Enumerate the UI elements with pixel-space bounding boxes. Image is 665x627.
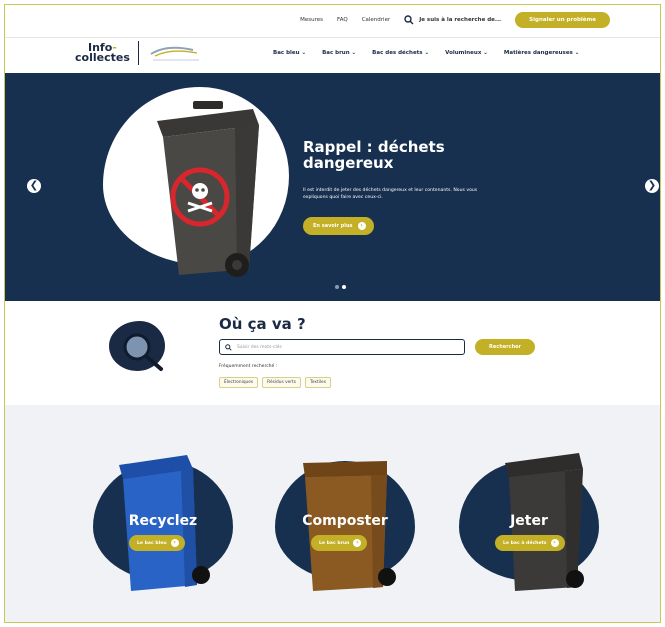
bin-card-jeter[interactable]: Jeter Le bac à déchets › <box>459 447 609 597</box>
keyword-search-input[interactable]: Saisir des mots-clés <box>219 339 465 355</box>
logo-wordmark: Info- collectes <box>75 42 130 64</box>
bin-button-bac-bleu[interactable]: Le bac bleu › <box>129 535 185 551</box>
arrow-right-icon: › <box>550 539 559 547</box>
logo-line2: collectes <box>75 51 130 64</box>
nav-item-matieres-dangereuses[interactable]: Matières dangereuses ⌄ <box>504 50 579 56</box>
chip-textiles[interactable]: Textiles <box>304 377 331 388</box>
bin-label-recyclez: Recyclez <box>128 513 198 529</box>
report-problem-button[interactable]: Signaler un problème <box>515 12 610 28</box>
site-logo[interactable]: Info- collectes <box>75 41 203 65</box>
search-icon <box>404 15 414 25</box>
nav-item-bac-bleu[interactable]: Bac bleu ⌄ <box>273 50 306 56</box>
nav-item-bac-brun[interactable]: Bac brun ⌄ <box>322 50 356 56</box>
utility-link-calendrier[interactable]: Calendrier <box>362 17 391 23</box>
bin-card-recyclez[interactable]: Recyclez Le bac bleu › <box>93 447 243 597</box>
nav-item-volumineux[interactable]: Volumineux ⌄ <box>445 50 488 56</box>
hazard-bin-image <box>157 101 259 277</box>
bin-button-bac-brun[interactable]: Le bac brun › <box>311 535 368 551</box>
main-nav: Info- collectes Bac bleu ⌄ Bac brun ⌄ Ba… <box>5 37 660 73</box>
hero-title: Rappel : déchets dangereux <box>303 138 445 172</box>
arrow-right-icon: › <box>353 539 362 547</box>
nav-item-bac-dechets[interactable]: Bac des déchets ⌄ <box>372 50 429 56</box>
search-placeholder: Saisir des mots-clés <box>237 344 282 350</box>
bin-button-label: Le bac à déchets <box>503 540 547 546</box>
utility-link-mesures[interactable]: Mesures <box>300 17 323 23</box>
magnifier-icon <box>123 333 163 371</box>
nav-menu: Bac bleu ⌄ Bac brun ⌄ Bac des déchets ⌄ … <box>273 50 579 56</box>
carousel-dot-2[interactable] <box>342 285 346 289</box>
bin-label-jeter: Jeter <box>510 513 548 529</box>
carousel-dots <box>335 285 346 289</box>
bins-section: Recyclez Le bac bleu › Composter Le bac … <box>5 405 660 622</box>
utility-bar: Mesures FAQ Calendrier Je suis à la rech… <box>5 5 660 35</box>
logo-divider <box>137 41 139 65</box>
bin-label-composter: Composter <box>302 513 388 529</box>
arrow-right-icon: › <box>357 222 366 230</box>
page-frame: Mesures FAQ Calendrier Je suis à la rech… <box>4 4 661 623</box>
hero-carousel: Rappel : déchets dangereux Il est interd… <box>5 73 660 301</box>
bin-card-composter[interactable]: Composter Le bac brun › <box>275 447 425 597</box>
bin-button-label: Le bac bleu <box>137 540 167 546</box>
arrow-right-icon: › <box>170 539 179 547</box>
utility-search-label: Je suis à la recherche de... <box>419 17 502 23</box>
search-icon <box>225 343 232 351</box>
frequent-searches-chips: Électroniques Résidus verts Textiles <box>219 377 331 388</box>
carousel-prev-arrow-icon[interactable]: ❮ <box>27 179 41 193</box>
chip-electroniques[interactable]: Électroniques <box>219 377 259 388</box>
utility-search[interactable]: Je suis à la recherche de... <box>404 15 501 25</box>
hero-text: Il est interdit de jeter des déchets dan… <box>303 188 478 200</box>
carousel-next-arrow-icon[interactable]: ❯ <box>645 179 659 193</box>
carousel-dot-1[interactable] <box>335 285 339 289</box>
bin-button-label: Le bac brun <box>319 540 350 546</box>
hero-button-label: En savoir plus <box>313 223 353 229</box>
chip-residus-verts[interactable]: Résidus verts <box>262 377 301 388</box>
city-emblem-icon <box>150 46 199 61</box>
frequent-searches-label: Fréquemment recherché : <box>219 364 278 369</box>
search-section: Où ça va ? Saisir des mots-clés Recherch… <box>5 301 660 405</box>
utility-link-faq[interactable]: FAQ <box>337 17 348 23</box>
search-title: Où ça va ? <box>219 315 306 333</box>
search-submit-button[interactable]: Rechercher <box>475 339 536 355</box>
hero-learn-more-button[interactable]: En savoir plus › <box>303 217 374 235</box>
bin-button-bac-dechets[interactable]: Le bac à déchets › <box>495 535 565 551</box>
